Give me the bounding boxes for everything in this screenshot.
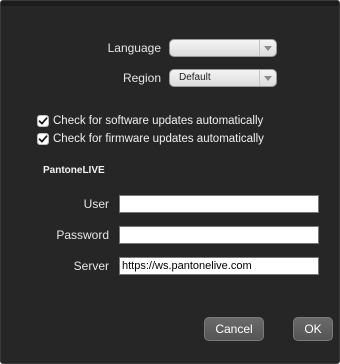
server-label: Server bbox=[73, 259, 109, 273]
chevron-down-icon bbox=[259, 40, 276, 56]
software-update-checkbox[interactable] bbox=[37, 115, 49, 127]
dialog-top-bar bbox=[1, 1, 339, 6]
user-label: User bbox=[83, 197, 109, 211]
language-select[interactable] bbox=[169, 39, 277, 57]
language-label: Language bbox=[107, 41, 161, 55]
software-update-label: Check for software updates automatically bbox=[53, 115, 264, 127]
password-label: Password bbox=[56, 228, 109, 242]
pantonelive-section-title: PantoneLIVE bbox=[43, 165, 105, 176]
password-field[interactable] bbox=[119, 226, 319, 244]
firmware-update-label: Check for firmware updates automatically bbox=[53, 133, 264, 145]
preferences-dialog: Language Region Default Check for softwa… bbox=[0, 0, 340, 364]
check-icon bbox=[38, 117, 48, 125]
chevron-down-icon bbox=[259, 70, 276, 86]
region-label: Region bbox=[122, 71, 161, 85]
cancel-button[interactable]: Cancel bbox=[204, 317, 264, 341]
firmware-update-checkbox[interactable] bbox=[37, 133, 49, 145]
user-field[interactable] bbox=[119, 195, 319, 213]
ok-button[interactable]: OK bbox=[293, 317, 333, 341]
firmware-update-option[interactable]: Check for firmware updates automatically bbox=[37, 132, 264, 146]
check-icon bbox=[38, 135, 48, 143]
region-select[interactable]: Default bbox=[169, 69, 277, 87]
server-field[interactable]: https://ws.pantonelive.com bbox=[119, 257, 319, 275]
software-update-option[interactable]: Check for software updates automatically bbox=[37, 114, 263, 128]
region-select-value: Default bbox=[179, 72, 211, 83]
